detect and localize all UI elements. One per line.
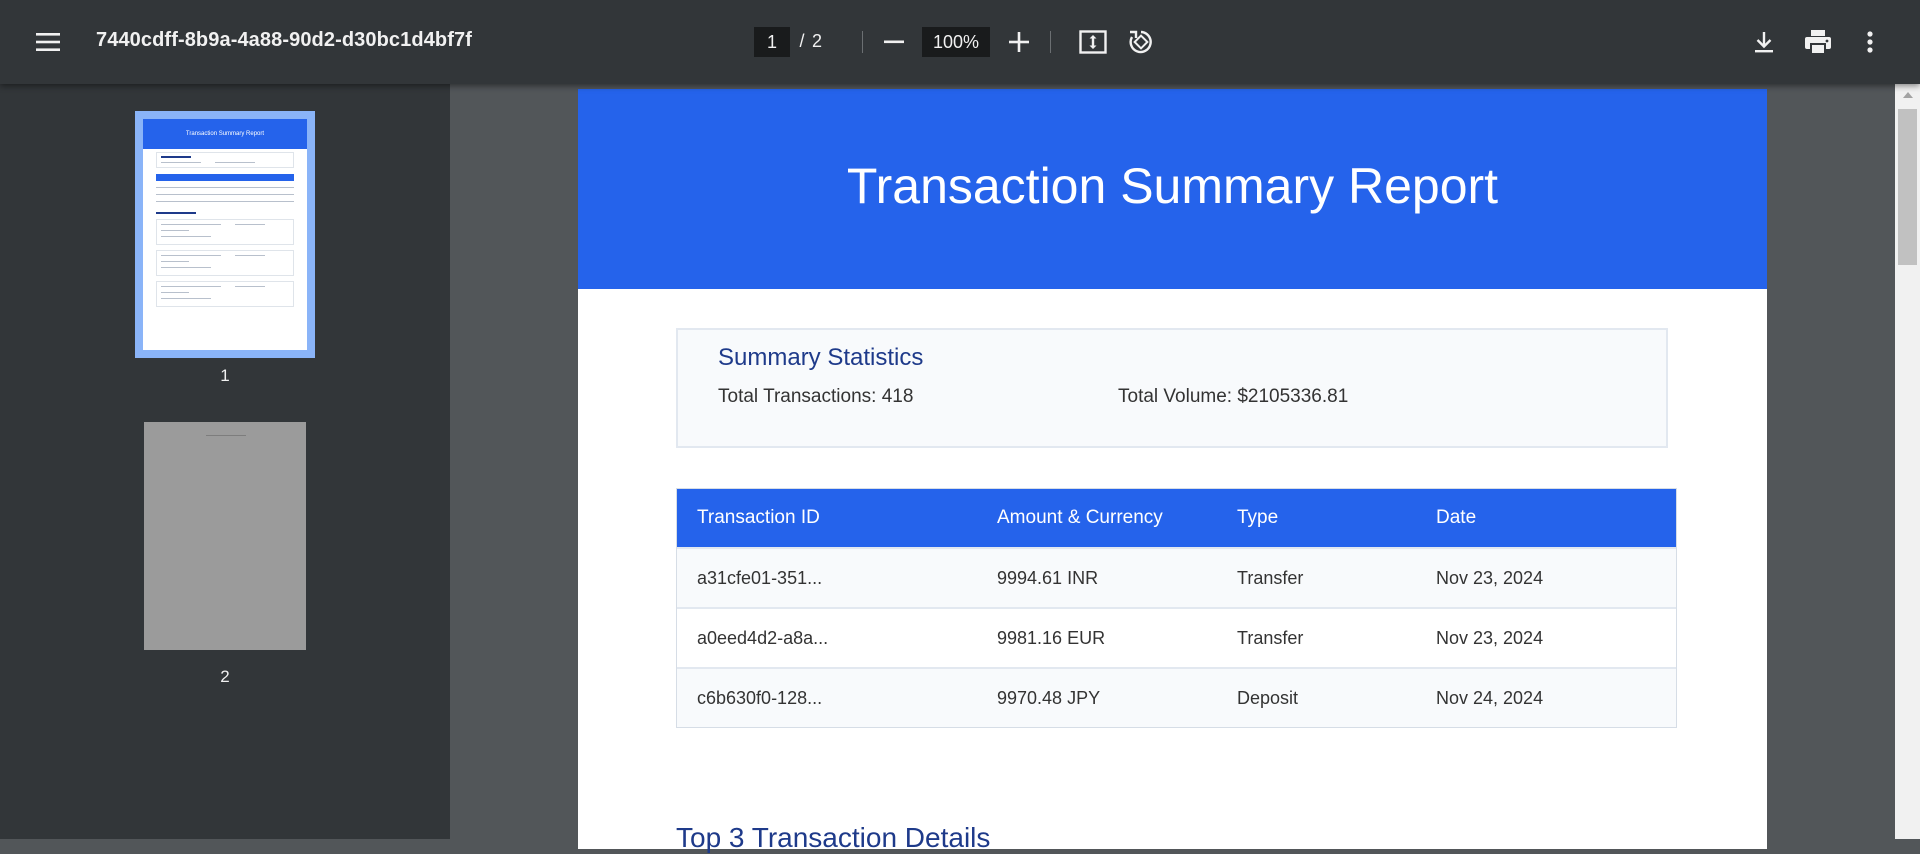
fit-page-icon[interactable] (1076, 25, 1110, 59)
page-separator: / (799, 31, 805, 51)
current-page-input[interactable]: 1 (754, 27, 790, 57)
thumbnail-label-1: 1 (220, 366, 230, 385)
column-header-type: Type (1237, 507, 1279, 528)
scroll-up-arrow-icon[interactable] (1895, 84, 1920, 106)
zoom-out-icon[interactable] (877, 27, 911, 57)
vertical-scrollbar[interactable] (1895, 84, 1920, 839)
scrollbar-thumb[interactable] (1898, 109, 1917, 265)
more-vert-icon[interactable] (1855, 25, 1885, 59)
download-icon[interactable] (1747, 25, 1781, 59)
total-transactions: Total Transactions: 418 (718, 386, 914, 407)
table-row: c6b630f0-128... 9970.48 JPY Deposit Nov … (677, 667, 1676, 727)
print-icon[interactable] (1800, 25, 1836, 59)
date-cell: Nov 24, 2024 (1436, 687, 1544, 708)
report-title: Transaction Summary Report (846, 158, 1499, 214)
date-cell: Nov 23, 2024 (1436, 627, 1544, 648)
zoom-level-input[interactable]: 100% (922, 27, 990, 57)
rotate-icon[interactable] (1124, 25, 1158, 59)
menu-icon[interactable] (28, 25, 68, 59)
toolbar-divider (1050, 31, 1051, 53)
transaction-id-cell: a31cfe01-351... (697, 567, 823, 588)
table-row: a0eed4d2-a8a... 9981.16 EUR Transfer Nov… (677, 607, 1676, 667)
total-volume: Total Volume: $2105336.81 (1118, 386, 1349, 407)
thumbnail-label-2: 2 (220, 667, 230, 686)
amount-cell: 9981.16 EUR (997, 627, 1106, 648)
total-pages: 2 (812, 31, 823, 51)
pdf-page: Transaction Summary Report Summary Stati… (578, 89, 1767, 853)
type-cell: Transfer (1237, 627, 1304, 648)
amount-cell: 9970.48 JPY (997, 687, 1101, 708)
thumbnail-banner: Transaction Summary Report (143, 119, 307, 149)
summary-heading: Summary Statistics (718, 344, 924, 371)
column-header-date: Date (1436, 507, 1477, 528)
pdf-toolbar: 7440cdff-8b9a-4a88-90d2-d30bc1d4bf7f 1 /… (0, 0, 1920, 84)
thumbnail-summary-card (156, 152, 294, 168)
table-header: Transaction ID Amount & Currency Type Da… (677, 489, 1676, 547)
type-cell: Deposit (1237, 687, 1299, 708)
column-header-amount: Amount & Currency (997, 507, 1163, 528)
type-cell: Transfer (1237, 567, 1304, 588)
table-row: a31cfe01-351... 9994.61 INR Transfer Nov… (677, 547, 1676, 607)
transactions-table: Transaction ID Amount & Currency Type Da… (676, 488, 1677, 728)
toolbar-divider (862, 31, 863, 53)
report-banner: Transaction Summary Report (578, 89, 1767, 289)
transaction-id-cell: c6b630f0-128... (697, 687, 823, 708)
column-header-transaction-id: Transaction ID (697, 507, 820, 528)
transaction-id-cell: a0eed4d2-a8a... (697, 627, 829, 648)
summary-card: Summary Statistics Total Transactions: 4… (676, 328, 1668, 448)
thumbnail-page-2[interactable] (144, 422, 306, 650)
zoom-in-icon[interactable] (1002, 25, 1036, 59)
thumbnail-table-header (156, 174, 294, 181)
amount-cell: 9994.61 INR (997, 567, 1099, 588)
document-title: 7440cdff-8b9a-4a88-90d2-d30bc1d4bf7f (96, 29, 472, 51)
date-cell: Nov 23, 2024 (1436, 567, 1544, 588)
thumbnail-page-1[interactable]: Transaction Summary Report (143, 119, 307, 350)
section-title-top-transactions: Top 3 Transaction Details (676, 822, 991, 853)
